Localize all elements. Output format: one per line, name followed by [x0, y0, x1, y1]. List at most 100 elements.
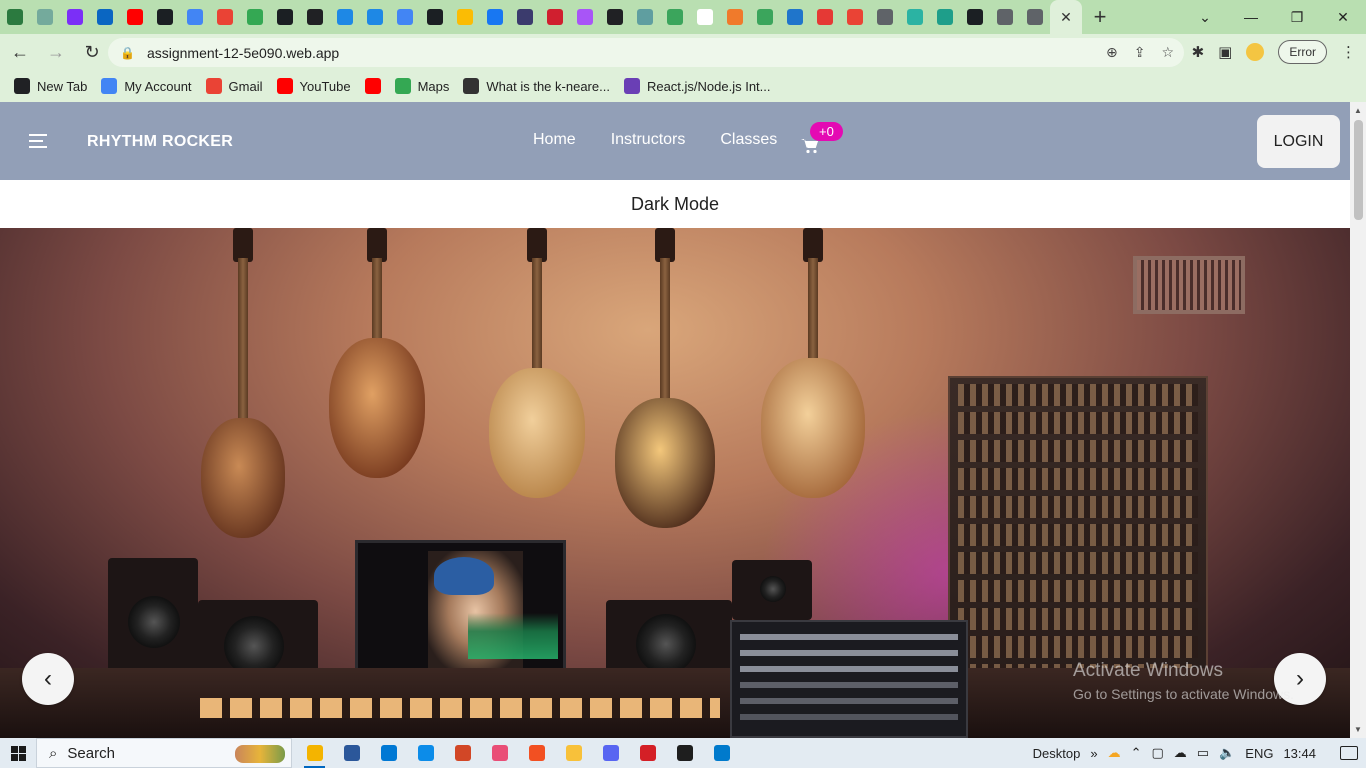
clock[interactable]: 13:44: [1283, 746, 1316, 761]
desktop-toolbar-label[interactable]: Desktop: [1033, 746, 1081, 761]
weather-icon[interactable]: ☁: [1108, 745, 1121, 761]
profile-avatar[interactable]: [1246, 43, 1265, 61]
browser-tab[interactable]: [180, 0, 210, 34]
browser-tab[interactable]: [30, 0, 60, 34]
language-indicator[interactable]: ENG: [1245, 746, 1273, 761]
tab-search-icon[interactable]: ⌄: [1182, 0, 1228, 34]
browser-tab[interactable]: [660, 0, 690, 34]
forward-button[interactable]: →: [40, 36, 72, 68]
active-browser-tab[interactable]: ✕: [1050, 0, 1082, 34]
browser-tab[interactable]: [870, 0, 900, 34]
volume-icon[interactable]: 🔈: [1219, 745, 1235, 761]
taskbar-app[interactable]: [333, 738, 370, 768]
taskbar-app[interactable]: [370, 738, 407, 768]
browser-tab[interactable]: [900, 0, 930, 34]
taskbar-app[interactable]: [629, 738, 666, 768]
browser-tab[interactable]: [120, 0, 150, 34]
browser-tab[interactable]: [810, 0, 840, 34]
taskbar-app[interactable]: [296, 738, 333, 768]
menu-kebab-icon[interactable]: ⋮: [1341, 43, 1356, 61]
bookmark-item[interactable]: YouTube: [276, 78, 351, 94]
browser-tab[interactable]: [390, 0, 420, 34]
browser-tab[interactable]: [1020, 0, 1050, 34]
page-scrollbar[interactable]: ▲ ▼: [1350, 102, 1366, 738]
bookmark-item[interactable]: My Account: [101, 78, 192, 94]
new-tab-button[interactable]: +: [1082, 4, 1118, 30]
scroll-up-icon[interactable]: ▲: [1350, 106, 1366, 115]
back-button[interactable]: ←: [4, 36, 36, 68]
extensions-icon[interactable]: ✱: [1192, 43, 1205, 61]
scroll-down-icon[interactable]: ▼: [1350, 725, 1366, 734]
browser-tab[interactable]: [420, 0, 450, 34]
onedrive-icon[interactable]: ☁: [1174, 745, 1187, 761]
browser-tab[interactable]: [480, 0, 510, 34]
browser-tab[interactable]: [690, 0, 720, 34]
address-url[interactable]: assignment-12-5e090.web.app: [147, 45, 339, 61]
bookmark-item[interactable]: Maps: [394, 78, 449, 94]
browser-tab[interactable]: [930, 0, 960, 34]
notifications-icon[interactable]: [1340, 746, 1358, 760]
chevron-double-icon[interactable]: »: [1090, 746, 1097, 761]
browser-tab[interactable]: [600, 0, 630, 34]
reload-button[interactable]: ↻: [76, 36, 108, 68]
close-tab-icon[interactable]: ✕: [1060, 9, 1072, 26]
zoom-icon[interactable]: ⊕: [1106, 44, 1118, 61]
start-button[interactable]: [0, 738, 36, 768]
bookmark-item[interactable]: [364, 78, 381, 94]
bookmark-item[interactable]: Gmail: [205, 78, 263, 94]
share-icon[interactable]: ⇪: [1134, 44, 1146, 61]
taskbar-app[interactable]: [555, 738, 592, 768]
browser-tab[interactable]: [450, 0, 480, 34]
browser-tab[interactable]: [360, 0, 390, 34]
browser-tab[interactable]: [330, 0, 360, 34]
taskbar-app[interactable]: [407, 738, 444, 768]
taskbar-app[interactable]: [703, 738, 740, 768]
nav-link-home[interactable]: Home: [533, 131, 576, 149]
dark-mode-toggle[interactable]: Dark Mode: [0, 180, 1350, 228]
browser-tab[interactable]: [60, 0, 90, 34]
browser-tab[interactable]: [840, 0, 870, 34]
browser-tab[interactable]: [960, 0, 990, 34]
browser-tab[interactable]: [0, 0, 30, 34]
taskbar-app[interactable]: [444, 738, 481, 768]
browser-tab[interactable]: [750, 0, 780, 34]
taskbar-app[interactable]: [481, 738, 518, 768]
browser-tab[interactable]: [570, 0, 600, 34]
browser-tab[interactable]: [240, 0, 270, 34]
taskbar-app[interactable]: [518, 738, 555, 768]
taskbar-search[interactable]: ⌕ Search: [36, 738, 292, 768]
browser-tab[interactable]: [990, 0, 1020, 34]
browser-tab[interactable]: [780, 0, 810, 34]
taskbar-app[interactable]: [592, 738, 629, 768]
restore-button[interactable]: ❐: [1274, 0, 1320, 34]
nav-link-classes[interactable]: Classes: [720, 131, 777, 149]
address-bar[interactable]: 🔒 assignment-12-5e090.web.app ⊕ ⇪ ☆: [108, 38, 1184, 67]
site-brand[interactable]: RHYTHM ROCKER: [87, 133, 233, 151]
side-panel-icon[interactable]: ▣: [1218, 43, 1232, 61]
browser-tab[interactable]: [150, 0, 180, 34]
browser-tab[interactable]: [510, 0, 540, 34]
bookmark-item[interactable]: What is the k-neare...: [463, 78, 610, 94]
scrollbar-thumb[interactable]: [1354, 120, 1363, 220]
tray-app-icon[interactable]: ▢: [1152, 745, 1164, 761]
bookmark-item[interactable]: New Tab: [14, 78, 87, 94]
close-window-button[interactable]: ✕: [1320, 0, 1366, 34]
bookmark-item[interactable]: React.js/Node.js Int...: [623, 78, 771, 94]
error-button[interactable]: Error: [1278, 40, 1327, 64]
taskbar-app[interactable]: [666, 738, 703, 768]
bookmark-star-icon[interactable]: ☆: [1161, 44, 1174, 61]
browser-tab[interactable]: [210, 0, 240, 34]
login-button[interactable]: LOGIN: [1257, 115, 1340, 168]
hamburger-menu-icon[interactable]: [29, 134, 47, 152]
browser-tab[interactable]: [720, 0, 750, 34]
battery-icon[interactable]: ▭: [1197, 745, 1209, 761]
nav-link-instructors[interactable]: Instructors: [611, 131, 686, 149]
browser-tab[interactable]: [630, 0, 660, 34]
browser-tab[interactable]: [90, 0, 120, 34]
browser-tab[interactable]: [270, 0, 300, 34]
carousel-prev-button[interactable]: ‹: [22, 653, 74, 705]
browser-tab[interactable]: [540, 0, 570, 34]
minimize-button[interactable]: —: [1228, 0, 1274, 34]
browser-tab[interactable]: [300, 0, 330, 34]
chevron-up-icon[interactable]: ⌃: [1131, 745, 1142, 761]
